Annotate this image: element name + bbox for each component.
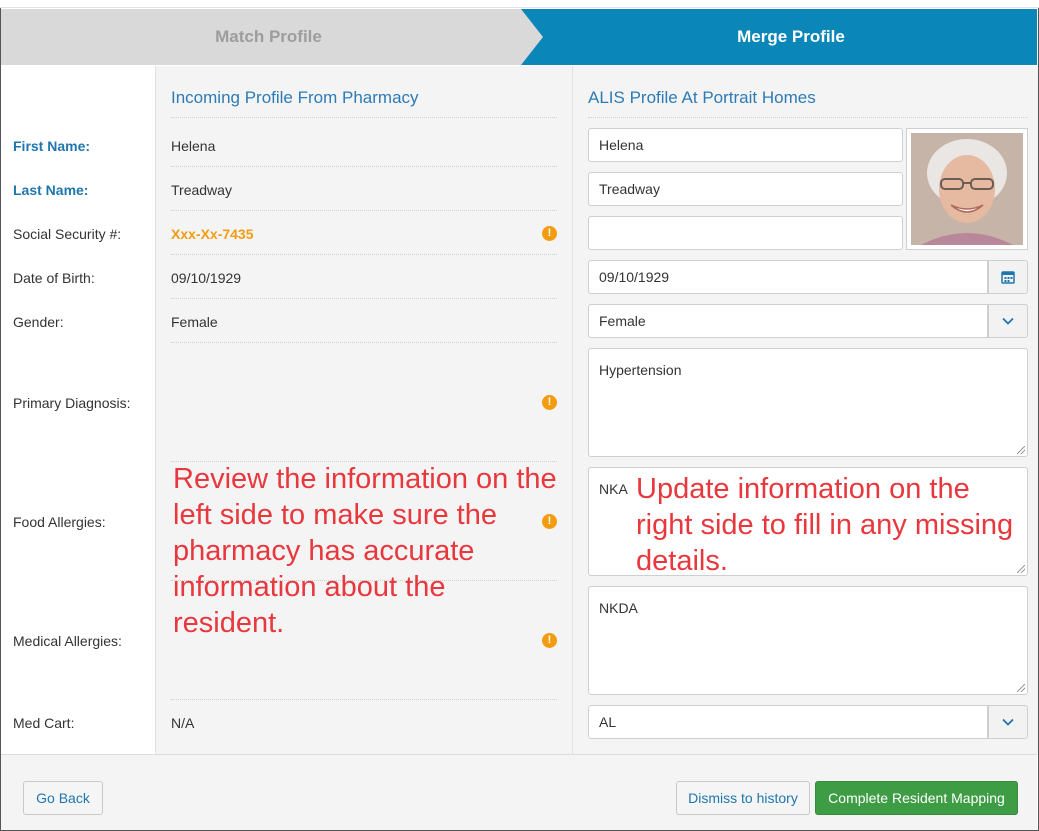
med-cart-label: Med Cart: (13, 715, 75, 731)
first-name-label: First Name: (13, 138, 91, 154)
primary-diagnosis-value: Hypertension (599, 362, 682, 378)
resize-handle[interactable] (1017, 684, 1025, 692)
incoming-gender: Female (171, 314, 218, 330)
medical-allergies-label: Medical Allergies: (13, 633, 122, 649)
med-cart-select[interactable]: AL (588, 705, 988, 739)
go-back-button[interactable]: Go Back (23, 781, 103, 815)
divider (171, 210, 557, 211)
alis-profile-column: ALIS Profile At Portrait Homes Helena Tr… (573, 66, 1038, 754)
divider (171, 298, 557, 299)
first-name-value: Helena (599, 137, 644, 153)
divider (171, 254, 557, 255)
ssn-input[interactable] (588, 216, 903, 250)
right-side-annotation: Update information on the right side to … (636, 473, 1014, 577)
incoming-ssn: Xxx-Xx-7435 (171, 226, 254, 242)
step-merge-profile[interactable]: Merge Profile (521, 9, 1037, 65)
calendar-icon (1001, 271, 1015, 284)
resize-handle[interactable] (1017, 446, 1025, 454)
incoming-med-cart: N/A (171, 715, 195, 731)
food-allergies-value: NKA (599, 481, 628, 497)
avatar (911, 133, 1023, 245)
first-name-input[interactable]: Helena (588, 128, 903, 162)
dob-label: Date of Birth: (13, 270, 95, 286)
calendar-button[interactable] (988, 260, 1028, 294)
incoming-dob: 09/10/1929 (171, 270, 242, 286)
gender-label: Gender: (13, 314, 64, 330)
complete-resident-mapping-button[interactable]: Complete Resident Mapping (815, 781, 1018, 815)
incoming-profile-column: Incoming Profile From Pharmacy Helena Tr… (156, 66, 573, 754)
avatar-illustration (911, 133, 1023, 245)
med-cart-value: AL (599, 714, 617, 730)
exclamation-circle-icon: ! (542, 395, 557, 410)
chevron-down-icon (1002, 718, 1014, 726)
medical-allergies-value: NKDA (599, 600, 638, 616)
gender-dropdown-toggle[interactable] (988, 304, 1028, 338)
chevron-down-icon (1002, 317, 1014, 325)
last-name-value: Treadway (599, 181, 660, 197)
gender-value: Female (599, 313, 646, 329)
primary-diagnosis-textarea[interactable]: Hypertension (588, 348, 1028, 457)
incoming-last-name: Treadway (171, 182, 232, 198)
incoming-profile-heading: Incoming Profile From Pharmacy (171, 88, 419, 107)
resident-photo (906, 128, 1028, 250)
divider (588, 117, 1028, 118)
divider (171, 699, 557, 700)
last-name-input[interactable]: Treadway (588, 172, 903, 206)
footer-bar: Go Back Dismiss to history Complete Resi… (1, 754, 1037, 830)
alis-profile-heading: ALIS Profile At Portrait Homes (588, 88, 816, 107)
food-allergies-label: Food Allergies: (13, 514, 106, 530)
dob-input[interactable]: 09/10/1929 (588, 260, 988, 294)
wizard-steps: Match Profile Merge Profile (1, 9, 1037, 65)
left-side-annotation: Review the information on the left side … (173, 463, 557, 639)
divider (171, 166, 557, 167)
primary-diagnosis-label: Primary Diagnosis: (13, 395, 131, 411)
dismiss-to-history-button[interactable]: Dismiss to history (676, 781, 810, 815)
step-match-profile[interactable]: Match Profile (1, 9, 546, 65)
field-labels-column: First Name: Last Name: Social Security #… (1, 66, 156, 754)
last-name-label: Last Name: (13, 182, 89, 198)
incoming-first-name: Helena (171, 138, 216, 154)
ssn-label: Social Security #: (13, 226, 122, 242)
dob-value: 09/10/1929 (599, 269, 670, 285)
gender-select[interactable]: Female (588, 304, 988, 338)
top-strip (0, 0, 1039, 8)
med-cart-dropdown-toggle[interactable] (988, 705, 1028, 739)
divider (171, 117, 557, 118)
medical-allergies-textarea[interactable]: NKDA (588, 586, 1028, 695)
divider (171, 342, 557, 343)
exclamation-circle-icon: ! (542, 226, 557, 241)
